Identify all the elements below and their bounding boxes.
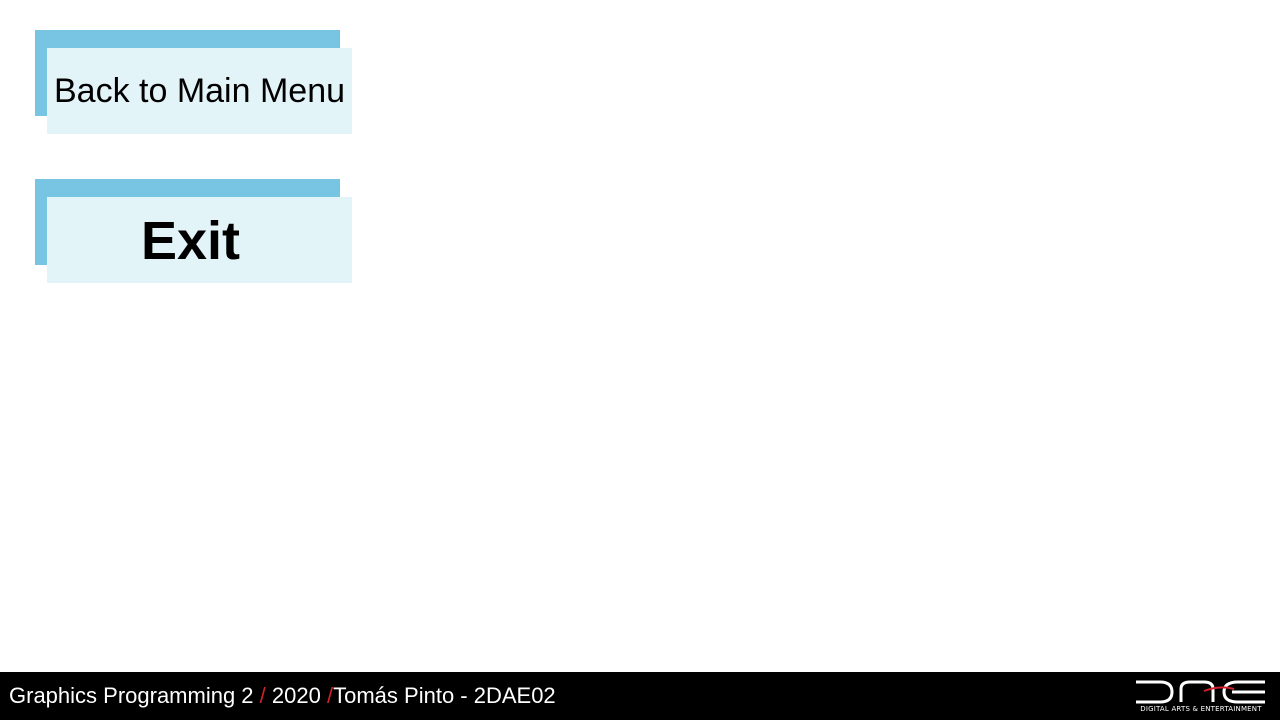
author: Tomás Pinto - 2DAE02	[333, 683, 556, 708]
back-to-main-menu-button[interactable]: Back to Main Menu	[35, 30, 352, 134]
back-to-main-menu-label: Back to Main Menu	[53, 71, 346, 110]
game-screen: Back to Main Menu Exit Graphics Programm…	[0, 0, 1280, 720]
dae-logo-mark	[1136, 680, 1265, 704]
footer-bar: Graphics Programming 2 / 2020 /Tomás Pin…	[0, 672, 1280, 720]
exit-button[interactable]: Exit	[35, 179, 352, 283]
year: 2020	[271, 683, 321, 708]
dae-logo-icon: DIGITAL ARTS & ENTERTAINMENT	[1134, 679, 1268, 715]
separator: /	[259, 683, 266, 708]
exit-label: Exit	[140, 211, 241, 271]
footer-credits: Graphics Programming 2 / 2020 /Tomás Pin…	[9, 683, 556, 709]
logo-caption: DIGITAL ARTS & ENTERTAINMENT	[1140, 705, 1262, 713]
button-face[interactable]: Exit	[47, 197, 352, 283]
course-name: Graphics Programming 2	[9, 683, 254, 708]
button-face[interactable]: Back to Main Menu	[47, 48, 352, 134]
